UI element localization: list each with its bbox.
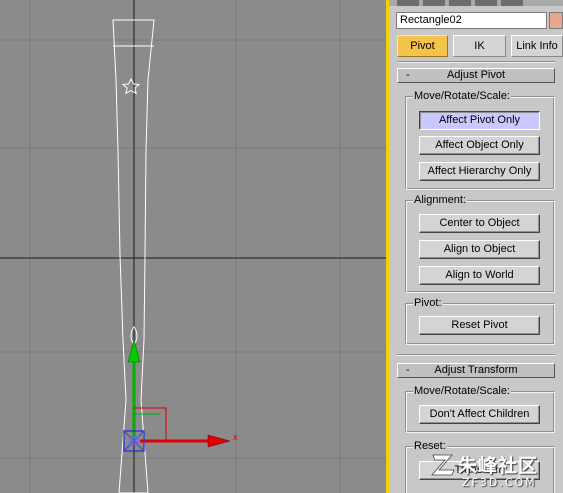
command-panel: Rectangle02 Pivot IK Link Info - Adjust … [389, 0, 563, 493]
tab-ik[interactable]: IK [453, 35, 506, 57]
site-watermark: 朱峰社区 ZF3D.COM [428, 448, 563, 493]
panel-separator [397, 354, 555, 356]
adjust-transform-rollout-header[interactable]: - Adjust Transform [397, 363, 555, 378]
object-name-input[interactable]: Rectangle02 [396, 12, 547, 29]
create-tab-icon[interactable] [397, 0, 419, 6]
affect-pivot-only-button[interactable]: Affect Pivot Only [419, 111, 540, 130]
viewport-grid [0, 0, 386, 493]
affect-hierarchy-only-button[interactable]: Affect Hierarchy Only [419, 162, 540, 181]
tab-link-info[interactable]: Link Info [511, 35, 563, 57]
motion-tab-icon[interactable] [475, 0, 497, 6]
reset-pivot-button[interactable]: Reset Pivot [419, 316, 540, 335]
star-marker-icon [121, 77, 141, 95]
affect-object-only-button[interactable]: Affect Object Only [419, 136, 540, 155]
align-to-object-button[interactable]: Align to Object [419, 240, 540, 259]
hierarchy-tab-icon[interactable] [449, 0, 471, 6]
align-to-world-button[interactable]: Align to World [419, 266, 540, 285]
perspective-viewport[interactable]: x [0, 0, 386, 493]
display-tab-icon[interactable] [501, 0, 523, 6]
rollout-title: Adjust Pivot [446, 69, 506, 81]
command-panel-tabstrip [389, 0, 563, 6]
gizmo-x-label: x [233, 432, 238, 442]
panel-separator [397, 61, 555, 63]
viewport-canvas[interactable]: x [0, 0, 386, 493]
modify-tab-icon[interactable] [423, 0, 445, 6]
center-to-object-button[interactable]: Center to Object [419, 214, 540, 233]
group-label: Alignment: [413, 194, 467, 206]
watermark-url: ZF3D.COM [462, 476, 537, 489]
watermark-logo-icon [431, 454, 455, 476]
group-label: Move/Rotate/Scale: [413, 385, 511, 397]
dont-affect-children-button[interactable]: Don't Affect Children [419, 405, 540, 424]
gizmo-x-arrow-icon[interactable] [207, 434, 231, 448]
rollout-title: Adjust Transform [434, 364, 518, 376]
group-label: Pivot: [413, 297, 443, 309]
group-label: Move/Rotate/Scale: [413, 90, 511, 102]
adjust-pivot-rollout-header[interactable]: - Adjust Pivot [397, 68, 555, 83]
object-color-swatch[interactable] [549, 12, 563, 29]
gizmo-y-arrow-icon[interactable] [127, 339, 141, 363]
tab-pivot[interactable]: Pivot [397, 35, 448, 57]
watermark-brand: 朱峰社区 [458, 455, 539, 477]
